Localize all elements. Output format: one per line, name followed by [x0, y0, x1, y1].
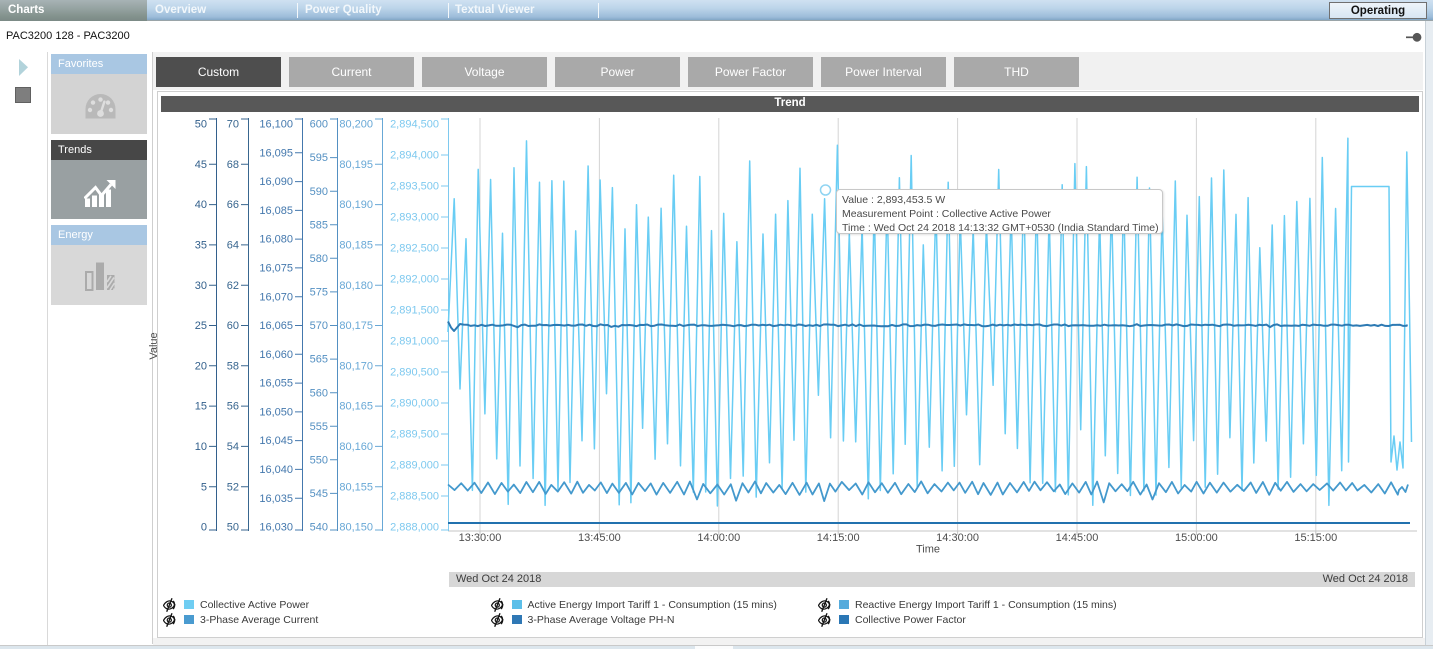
svg-text:50: 50 — [227, 522, 239, 534]
svg-text:595: 595 — [310, 152, 328, 164]
svg-text:80,185: 80,185 — [339, 240, 373, 252]
svg-text:2,893,000: 2,893,000 — [390, 212, 439, 224]
svg-text:2,888,500: 2,888,500 — [390, 491, 439, 503]
svg-text:16,080: 16,080 — [259, 234, 293, 246]
svg-text:80,200: 80,200 — [339, 119, 373, 131]
svg-text:14:30:00: 14:30:00 — [936, 532, 979, 544]
svg-text:560: 560 — [310, 387, 328, 399]
svg-text:16,050: 16,050 — [259, 407, 293, 419]
svg-text:0: 0 — [201, 522, 207, 534]
svg-text:30: 30 — [195, 280, 207, 292]
svg-text:80,180: 80,180 — [339, 280, 373, 292]
svg-text:14:45:00: 14:45:00 — [1056, 532, 1099, 544]
svg-text:50: 50 — [195, 119, 207, 131]
svg-text:2,889,000: 2,889,000 — [390, 460, 439, 472]
svg-text:555: 555 — [310, 421, 328, 433]
svg-text:2,892,500: 2,892,500 — [390, 243, 439, 255]
svg-text:35: 35 — [195, 240, 207, 252]
svg-text:80,195: 80,195 — [339, 159, 373, 171]
svg-text:45: 45 — [195, 159, 207, 171]
svg-text:13:30:00: 13:30:00 — [459, 532, 502, 544]
svg-text:16,070: 16,070 — [259, 291, 293, 303]
svg-text:14:15:00: 14:15:00 — [817, 532, 860, 544]
svg-text:5: 5 — [201, 481, 207, 493]
svg-text:2,894,000: 2,894,000 — [390, 150, 439, 162]
svg-text:16,085: 16,085 — [259, 205, 293, 217]
svg-text:2,891,000: 2,891,000 — [390, 336, 439, 348]
svg-text:40: 40 — [195, 199, 207, 211]
svg-text:565: 565 — [310, 354, 328, 366]
svg-text:58: 58 — [227, 360, 239, 372]
svg-text:2,891,500: 2,891,500 — [390, 305, 439, 317]
svg-text:62: 62 — [227, 280, 239, 292]
svg-text:15:00:00: 15:00:00 — [1175, 532, 1218, 544]
svg-text:80,175: 80,175 — [339, 320, 373, 332]
svg-text:16,045: 16,045 — [259, 435, 293, 447]
svg-text:10: 10 — [195, 441, 207, 453]
svg-text:16,075: 16,075 — [259, 263, 293, 275]
svg-text:585: 585 — [310, 219, 328, 231]
svg-text:2,894,500: 2,894,500 — [390, 119, 439, 131]
svg-text:16,095: 16,095 — [259, 147, 293, 159]
svg-text:580: 580 — [310, 253, 328, 265]
svg-text:2,893,500: 2,893,500 — [390, 181, 439, 193]
svg-text:80,190: 80,190 — [339, 199, 373, 211]
svg-text:80,155: 80,155 — [339, 481, 373, 493]
svg-text:25: 25 — [195, 320, 207, 332]
svg-text:2,890,500: 2,890,500 — [390, 367, 439, 379]
svg-text:16,030: 16,030 — [259, 522, 293, 534]
svg-text:2,889,500: 2,889,500 — [390, 429, 439, 441]
svg-text:570: 570 — [310, 320, 328, 332]
svg-text:15: 15 — [195, 401, 207, 413]
svg-text:Time: Time — [916, 544, 940, 556]
svg-text:540: 540 — [310, 522, 328, 534]
svg-text:60: 60 — [227, 320, 239, 332]
svg-text:68: 68 — [227, 159, 239, 171]
svg-text:54: 54 — [227, 441, 239, 453]
svg-text:64: 64 — [227, 240, 239, 252]
svg-text:16,040: 16,040 — [259, 464, 293, 476]
svg-text:66: 66 — [227, 199, 239, 211]
svg-text:20: 20 — [195, 360, 207, 372]
svg-text:16,065: 16,065 — [259, 320, 293, 332]
svg-text:70: 70 — [227, 119, 239, 131]
svg-text:52: 52 — [227, 481, 239, 493]
svg-text:600: 600 — [310, 119, 328, 131]
svg-text:80,160: 80,160 — [339, 441, 373, 453]
svg-text:545: 545 — [310, 488, 328, 500]
svg-text:80,150: 80,150 — [339, 522, 373, 534]
svg-text:14:00:00: 14:00:00 — [697, 532, 740, 544]
svg-text:Value: Value — [148, 332, 160, 359]
svg-text:16,100: 16,100 — [259, 119, 293, 131]
svg-text:13:45:00: 13:45:00 — [578, 532, 621, 544]
svg-text:16,035: 16,035 — [259, 493, 293, 505]
svg-text:590: 590 — [310, 186, 328, 198]
svg-text:16,090: 16,090 — [259, 176, 293, 188]
svg-text:550: 550 — [310, 454, 328, 466]
svg-text:2,892,000: 2,892,000 — [390, 274, 439, 286]
svg-text:15:15:00: 15:15:00 — [1294, 532, 1337, 544]
svg-text:2,890,000: 2,890,000 — [390, 398, 439, 410]
svg-text:575: 575 — [310, 287, 328, 299]
svg-text:80,170: 80,170 — [339, 360, 373, 372]
svg-text:16,060: 16,060 — [259, 349, 293, 361]
svg-text:80,165: 80,165 — [339, 401, 373, 413]
svg-text:2,888,000: 2,888,000 — [390, 522, 439, 534]
svg-text:56: 56 — [227, 401, 239, 413]
svg-text:16,055: 16,055 — [259, 378, 293, 390]
